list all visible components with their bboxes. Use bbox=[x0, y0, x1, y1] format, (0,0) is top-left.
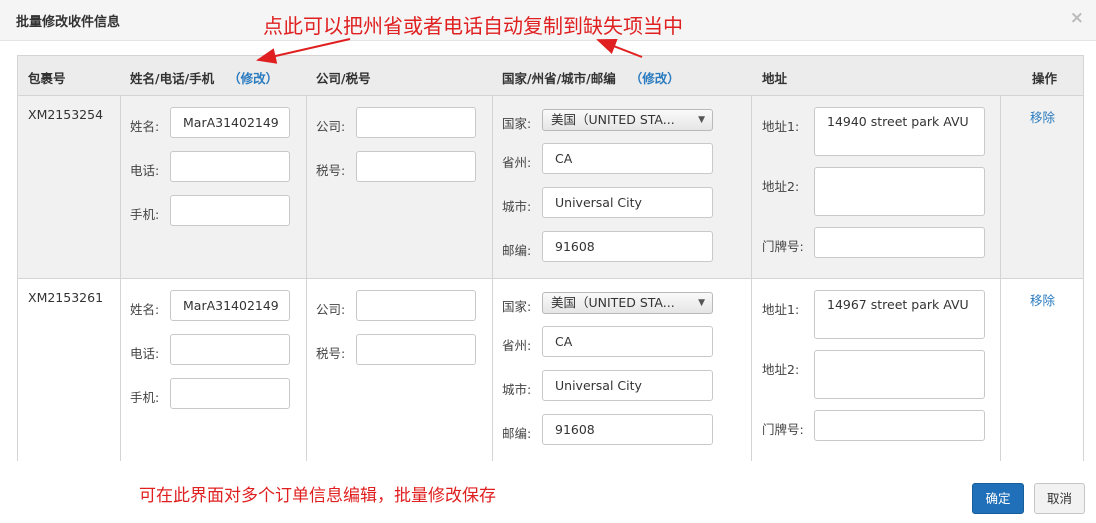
column-divider bbox=[306, 96, 307, 278]
mobile-input[interactable] bbox=[170, 378, 290, 409]
confirm-button[interactable]: 确定 bbox=[972, 483, 1024, 514]
address1-label: 地址1: bbox=[762, 119, 800, 134]
name-label: 姓名: bbox=[130, 119, 160, 134]
zip-label: 邮编: bbox=[502, 243, 532, 258]
house-no-input[interactable] bbox=[814, 227, 985, 258]
mobile-input[interactable] bbox=[170, 195, 290, 226]
state-label: 省州: bbox=[502, 155, 532, 170]
address1-input[interactable]: 14967 street park AVU bbox=[814, 290, 985, 339]
tax-label: 税号: bbox=[316, 346, 346, 361]
column-divider bbox=[1000, 96, 1001, 278]
header-name-phone-label: 姓名/电话/手机 bbox=[130, 71, 215, 86]
header-actions: 操作 bbox=[1032, 71, 1058, 86]
dialog-title: 批量修改收件信息 bbox=[16, 15, 121, 30]
house-no-label: 门牌号: bbox=[762, 239, 804, 254]
zip-label: 邮编: bbox=[502, 426, 532, 441]
column-divider bbox=[120, 96, 121, 278]
chevron-down-icon: ▼ bbox=[698, 115, 705, 125]
table-row: XM2153261 姓名: MarA31402149 电话: 手机: 公司: 税… bbox=[18, 279, 1083, 461]
country-value: 美国（UNITED STA... bbox=[551, 295, 675, 310]
country-select[interactable]: 美国（UNITED STA... ▼ bbox=[542, 292, 713, 314]
package-id: XM2153254 bbox=[28, 107, 104, 122]
phone-input[interactable] bbox=[170, 334, 290, 365]
header-region: 国家/州省/城市/邮编 （修改） bbox=[502, 68, 680, 87]
city-label: 城市: bbox=[502, 382, 532, 397]
column-divider bbox=[492, 96, 493, 278]
company-label: 公司: bbox=[316, 119, 346, 134]
company-input[interactable] bbox=[356, 107, 476, 138]
tax-input[interactable] bbox=[356, 334, 476, 365]
name-input[interactable]: MarA31402149 bbox=[170, 290, 290, 321]
country-label: 国家: bbox=[502, 299, 532, 314]
table-header: 包裹号 姓名/电话/手机 （修改） 公司/税号 国家/州省/城市/邮编 （修改） 地… bbox=[18, 56, 1083, 96]
tax-label: 税号: bbox=[316, 163, 346, 178]
column-divider bbox=[751, 279, 752, 461]
city-input[interactable]: Universal City bbox=[542, 370, 713, 401]
address2-input[interactable] bbox=[814, 350, 985, 399]
mobile-label: 手机: bbox=[130, 390, 160, 405]
state-input[interactable]: CA bbox=[542, 326, 713, 357]
tax-input[interactable] bbox=[356, 151, 476, 182]
company-input[interactable] bbox=[356, 290, 476, 321]
edit-table: 包裹号 姓名/电话/手机 （修改） 公司/税号 国家/州省/城市/邮编 （修改） 地… bbox=[17, 55, 1084, 461]
address1-input[interactable]: 14940 street park AVU bbox=[814, 107, 985, 156]
header-package: 包裹号 bbox=[28, 71, 66, 86]
header-name-phone: 姓名/电话/手机 （修改） bbox=[130, 68, 278, 87]
header-address: 地址 bbox=[762, 71, 788, 86]
edit-region-link[interactable]: （修改） bbox=[630, 71, 680, 86]
annotation-bottom: 可在此界面对多个订单信息编辑，批量修改保存 bbox=[139, 486, 496, 506]
close-icon[interactable]: × bbox=[1070, 8, 1084, 28]
country-value: 美国（UNITED STA... bbox=[551, 112, 675, 127]
mobile-label: 手机: bbox=[130, 207, 160, 222]
package-id: XM2153261 bbox=[28, 290, 104, 305]
name-input[interactable]: MarA31402149 bbox=[170, 107, 290, 138]
phone-label: 电话: bbox=[130, 163, 160, 178]
column-divider bbox=[306, 279, 307, 461]
name-label: 姓名: bbox=[130, 302, 160, 317]
annotation-top: 点此可以把州省或者电话自动复制到缺失项当中 bbox=[263, 14, 683, 38]
country-select[interactable]: 美国（UNITED STA... ▼ bbox=[542, 109, 713, 131]
address1-label: 地址1: bbox=[762, 302, 800, 317]
address2-label: 地址2: bbox=[762, 179, 800, 194]
city-label: 城市: bbox=[502, 199, 532, 214]
cancel-button[interactable]: 取消 bbox=[1034, 483, 1085, 514]
phone-label: 电话: bbox=[130, 346, 160, 361]
house-no-input[interactable] bbox=[814, 410, 985, 441]
state-input[interactable]: CA bbox=[542, 143, 713, 174]
company-label: 公司: bbox=[316, 302, 346, 317]
address2-label: 地址2: bbox=[762, 362, 800, 377]
house-no-label: 门牌号: bbox=[762, 422, 804, 437]
chevron-down-icon: ▼ bbox=[698, 298, 705, 308]
batch-edit-dialog: 批量修改收件信息 × 点此可以把州省或者电话自动复制到缺失项当中 包裹号 姓名/… bbox=[0, 0, 1096, 523]
phone-input[interactable] bbox=[170, 151, 290, 182]
state-label: 省州: bbox=[502, 338, 532, 353]
column-divider bbox=[120, 279, 121, 461]
remove-link[interactable]: 移除 bbox=[1030, 290, 1055, 309]
edit-name-phone-link[interactable]: （修改） bbox=[228, 71, 278, 86]
city-input[interactable]: Universal City bbox=[542, 187, 713, 218]
country-label: 国家: bbox=[502, 116, 532, 131]
zip-input[interactable]: 91608 bbox=[542, 231, 713, 262]
header-company-tax: 公司/税号 bbox=[316, 71, 371, 86]
remove-link[interactable]: 移除 bbox=[1030, 107, 1055, 126]
address2-input[interactable] bbox=[814, 167, 985, 216]
column-divider bbox=[492, 279, 493, 461]
column-divider bbox=[1000, 279, 1001, 461]
header-region-label: 国家/州省/城市/邮编 bbox=[502, 71, 616, 86]
column-divider bbox=[751, 96, 752, 278]
zip-input[interactable]: 91608 bbox=[542, 414, 713, 445]
table-row: XM2153254 姓名: MarA31402149 电话: 手机: 公司: 税… bbox=[18, 96, 1083, 279]
